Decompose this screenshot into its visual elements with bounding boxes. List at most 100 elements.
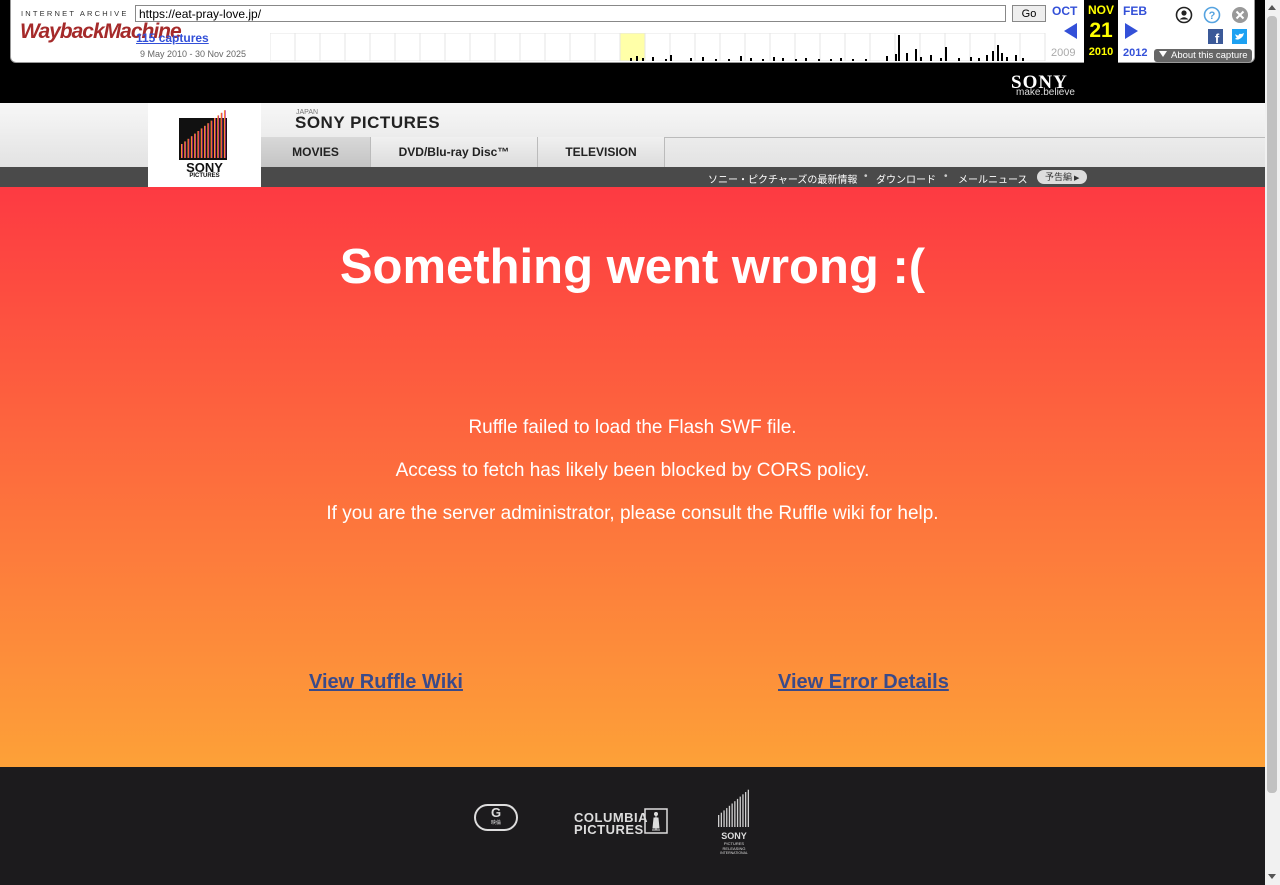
logo-bar [210,120,213,158]
next-capture-arrow-icon[interactable] [1125,23,1138,39]
prev-year: 2009 [1051,47,1076,59]
sparkline-bar [630,58,632,61]
logo-bar [217,115,220,158]
about-capture-button[interactable]: About this capture [1154,49,1252,62]
sub-navigation: ソニー・ピクチャーズの最新情報 • ダウンロード • メールニュース 予告編 ▶ [261,167,1265,187]
spr-bar [736,798,739,827]
capture-sparkline[interactable] [270,33,1046,61]
site-title[interactable]: SONY PICTURES [295,113,440,133]
trailer-button[interactable]: 予告編 ▶ [1037,170,1087,184]
trailer-label: 予告編 [1045,172,1073,182]
prev-capture-arrow-icon[interactable] [1064,23,1077,39]
sparkline-bar [750,58,752,61]
sparkline-bar [906,53,908,61]
wayback-toolbar: INTERNET ARCHIVE WaybackMachine Go 115 c… [0,0,1265,67]
sparkline-bar [665,59,667,61]
pictures-bars-icon [179,110,227,160]
sparkline-bar [652,57,654,61]
current-day: 21 [1089,19,1113,42]
sparkline-bar [795,59,797,61]
columbia-pictures-logo[interactable]: COLUMBIA PICTURES [574,811,648,836]
sony-pictures-releasing-logo[interactable]: SONY PICTURES RELEASING INTERNATIONAL [716,787,752,855]
scrollbar-thumb[interactable] [1267,16,1277,793]
rating-letter: G [490,805,502,820]
sparkline-month-cell [644,33,671,61]
svg-text:?: ? [1209,10,1216,22]
facebook-icon[interactable]: f [1208,29,1223,44]
current-month: NOV [1087,3,1114,17]
sparkline-month-cell [769,33,796,61]
spr-sony: SONY [721,831,747,841]
sparkline-month-cell [794,33,821,61]
about-capture-label: About this capture [1171,50,1248,61]
view-error-details-link[interactable]: View Error Details [778,671,949,694]
logo-bar [194,133,196,158]
current-capture-date: NOV 21 2010 [1084,0,1118,63]
sparkline-bar [715,59,717,61]
logo-bar [190,136,193,158]
sparkline-month-cell [544,33,571,61]
sparkline-month-cell [844,33,871,61]
tab-dvd-bluray[interactable]: DVD/Blu-ray Disc™ [371,137,538,167]
sparkline-month-cell [669,33,696,61]
logo-bar [200,128,203,158]
chevron-down-icon [1159,51,1167,57]
scroll-up-arrow-icon[interactable] [1268,5,1276,10]
twitter-icon[interactable] [1232,29,1247,44]
sparkline-bar [895,54,897,61]
sparkline-bar [970,57,972,61]
next-month-link[interactable]: FEB [1123,4,1147,18]
spr-bar [718,815,720,827]
scroll-down-arrow-icon[interactable] [1268,874,1276,879]
sparkline-month-cell [619,33,646,61]
sparkline-bar [852,59,854,61]
sparkline-bar [992,51,994,61]
subnav-latest-news[interactable]: ソニー・ピクチャーズの最新情報 [708,171,857,186]
sparkline-month-cell [294,33,321,61]
site-footer: G 映倫 COLUMBIA PICTURES SONY PICTURES REL… [0,767,1265,885]
sparkline-bar [865,59,867,61]
spr-bar [728,805,731,827]
spr-bar [731,803,733,827]
sparkline-bar [728,59,730,61]
captures-link[interactable]: 115 captures [136,31,209,45]
spr-bar [734,801,736,827]
sparkline-month-cell [419,33,446,61]
spr-bar [726,808,728,827]
next-year[interactable]: 2012 [1123,47,1147,59]
sparkline-bar [886,56,888,61]
help-icon[interactable]: ? [1203,6,1221,24]
vertical-scrollbar[interactable] [1265,0,1280,885]
subnav-mail-news[interactable]: メールニュース [958,171,1028,186]
tab-movies[interactable]: MOVIES [261,137,371,167]
torch-lady-icon [644,808,668,834]
sparkline-month-cell [369,33,396,61]
chevron-right-icon: ▶ [1074,175,1080,182]
tab-television[interactable]: TELEVISION [538,137,665,167]
close-icon[interactable] [1231,6,1249,24]
spr-bars-icon [718,789,749,827]
user-icon[interactable] [1175,6,1193,24]
wayback-url-input[interactable] [135,5,1006,22]
logo-bar [181,144,183,158]
subnav-separator: • [864,171,868,182]
subnav-download[interactable]: ダウンロード [876,171,936,186]
sparkline-bar [773,57,775,61]
subnav-separator: • [944,171,948,182]
sparkline-bar [1001,53,1003,61]
sparkline-month-cell [744,33,771,61]
spr-bar [720,812,722,827]
view-ruffle-wiki-link[interactable]: View Ruffle Wiki [309,671,463,694]
spr-international: INTERNATIONAL [720,851,748,855]
sparkline-bar [636,56,638,61]
logo-bar [187,138,190,158]
sony-pictures-logo[interactable]: SONY PICTURES [148,103,261,187]
prev-month-link[interactable]: OCT [1052,4,1077,18]
spr-bar [745,792,747,827]
go-button[interactable]: Go [1012,5,1046,22]
logo-bar [184,141,187,158]
sparkline-month-cell [469,33,496,61]
sparkline-bar [1015,55,1017,61]
sparkline-bar [762,59,764,61]
sparkline-month-cell [1019,33,1046,61]
